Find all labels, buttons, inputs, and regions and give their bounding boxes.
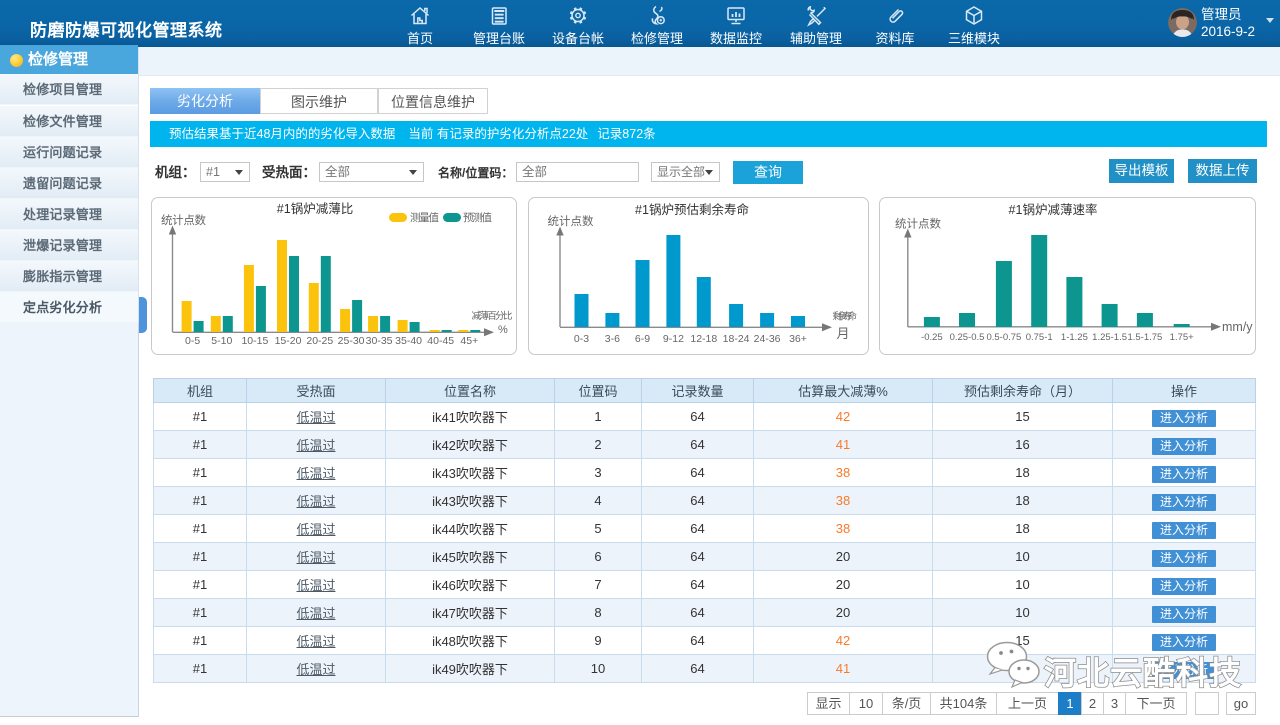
svg-text:-0.25: -0.25 bbox=[921, 332, 943, 343]
svg-text:6-9: 6-9 bbox=[635, 333, 650, 345]
svg-text:剩余寿命: 剩余寿命 bbox=[832, 311, 857, 323]
svg-text:5-10: 5-10 bbox=[211, 335, 232, 347]
svg-text:mm/y: mm/y bbox=[1222, 320, 1253, 334]
svg-text:0.75-1: 0.75-1 bbox=[1026, 332, 1053, 343]
svg-text:减薄百分比: 减薄百分比 bbox=[472, 310, 513, 322]
svg-text:1-1.25: 1-1.25 bbox=[1061, 332, 1088, 343]
svg-text:1.75+: 1.75+ bbox=[1170, 332, 1194, 343]
svg-text:统计点数: 统计点数 bbox=[548, 214, 595, 228]
svg-text:统计点数: 统计点数 bbox=[161, 213, 207, 227]
svg-text:#1锅炉减薄比: #1锅炉减薄比 bbox=[277, 201, 353, 216]
svg-text:0.5-0.75: 0.5-0.75 bbox=[986, 332, 1021, 343]
svg-text:35-40: 35-40 bbox=[395, 335, 422, 347]
svg-text:24-36: 24-36 bbox=[754, 333, 781, 345]
svg-text:0.25-0.5: 0.25-0.5 bbox=[950, 332, 985, 343]
svg-text:18-24: 18-24 bbox=[723, 333, 750, 345]
svg-text:月: 月 bbox=[837, 326, 850, 341]
svg-text:测量值: 测量值 bbox=[410, 211, 440, 224]
svg-text:0-3: 0-3 bbox=[574, 333, 589, 345]
svg-text:河北云酷科技: 河北云酷科技 bbox=[1044, 655, 1242, 691]
svg-text:统计点数: 统计点数 bbox=[895, 217, 942, 231]
svg-text:1.25-1.5: 1.25-1.5 bbox=[1092, 332, 1127, 343]
svg-text:预测值: 预测值 bbox=[463, 211, 493, 224]
svg-text:25-30: 25-30 bbox=[338, 335, 365, 347]
svg-text:15-20: 15-20 bbox=[275, 335, 302, 347]
svg-text:#1锅炉预估剩余寿命: #1锅炉预估剩余寿命 bbox=[635, 202, 749, 217]
svg-text:12-18: 12-18 bbox=[690, 333, 717, 345]
svg-text:20-25: 20-25 bbox=[306, 335, 333, 347]
svg-text:40-45: 40-45 bbox=[427, 335, 454, 347]
svg-text:45+: 45+ bbox=[460, 335, 478, 347]
svg-text:9-12: 9-12 bbox=[663, 333, 684, 345]
svg-text:%: % bbox=[498, 324, 508, 336]
svg-text:36+: 36+ bbox=[789, 333, 807, 345]
svg-text:#1锅炉减薄速率: #1锅炉减薄速率 bbox=[1009, 202, 1098, 217]
svg-text:3-6: 3-6 bbox=[605, 333, 620, 345]
svg-text:30-35: 30-35 bbox=[366, 335, 393, 347]
svg-text:10-15: 10-15 bbox=[241, 335, 268, 347]
svg-text:0-5: 0-5 bbox=[185, 335, 200, 347]
svg-text:1.5-1.75: 1.5-1.75 bbox=[1127, 332, 1162, 343]
